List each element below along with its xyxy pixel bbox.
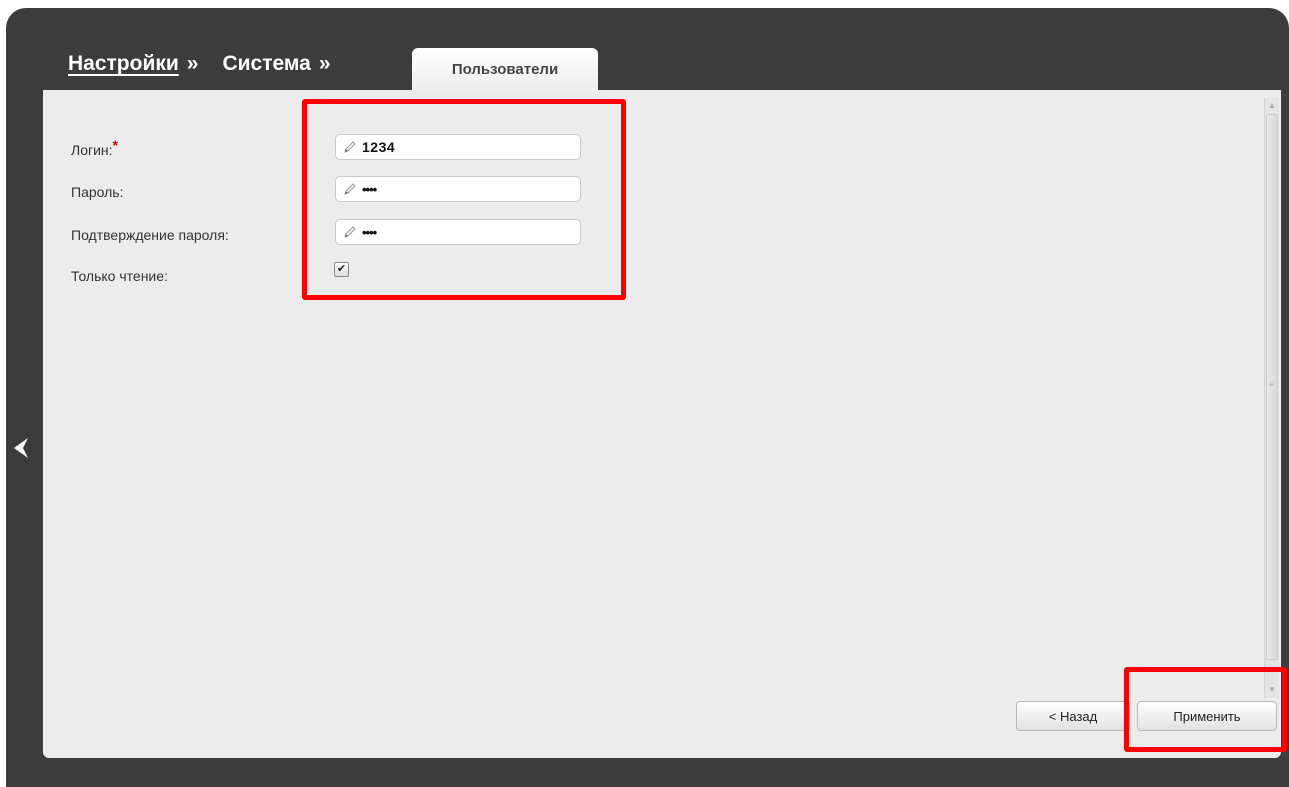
login-value: 1234 (362, 139, 396, 155)
breadcrumb: Настройки » Система » (68, 52, 355, 76)
login-row: Логин:* 1234 (43, 134, 743, 164)
required-marker: * (112, 137, 118, 153)
breadcrumb-separator: » (318, 52, 331, 75)
tab-users[interactable]: Пользователи (412, 48, 598, 90)
content-panel: Логин:* 1234 Пароль: •••• Подтверждение … (43, 90, 1281, 758)
scroll-down-icon[interactable]: ▼ (1265, 682, 1279, 696)
pencil-icon (344, 141, 356, 153)
back-button[interactable]: < Назад (1016, 701, 1130, 731)
login-input[interactable]: 1234 (335, 134, 581, 160)
pencil-icon (344, 183, 356, 195)
pencil-icon (344, 226, 356, 238)
scroll-up-icon[interactable]: ▲ (1265, 98, 1279, 112)
confirm-password-input[interactable]: •••• (335, 219, 581, 245)
confirm-password-label: Подтверждение пароля: (71, 227, 229, 243)
confirm-password-row: Подтверждение пароля: •••• (43, 219, 743, 249)
checkmark-icon: ✔ (336, 263, 347, 275)
readonly-row: Только чтение: ✔ (43, 262, 743, 292)
confirm-password-value: •••• (362, 224, 377, 240)
login-label: Логин:* (71, 137, 118, 158)
apply-button[interactable]: Применить (1137, 701, 1277, 731)
arrow-left-icon[interactable] (10, 436, 32, 460)
readonly-checkbox[interactable]: ✔ (334, 262, 349, 277)
scroll-thumb[interactable]: ≡ (1266, 114, 1278, 660)
password-label: Пароль: (71, 184, 124, 200)
password-value: •••• (362, 181, 377, 197)
readonly-label: Только чтение: (71, 268, 168, 284)
password-input[interactable]: •••• (335, 176, 581, 202)
password-row: Пароль: •••• (43, 176, 743, 206)
breadcrumb-separator: » (186, 52, 199, 75)
content-scrollbar[interactable]: ▲ ≡ ▼ (1264, 98, 1279, 698)
grip-icon: ≡ (1269, 380, 1274, 389)
login-label-text: Логин: (71, 142, 113, 158)
breadcrumb-system: Система (222, 52, 311, 75)
breadcrumb-settings-link[interactable]: Настройки (68, 52, 179, 76)
